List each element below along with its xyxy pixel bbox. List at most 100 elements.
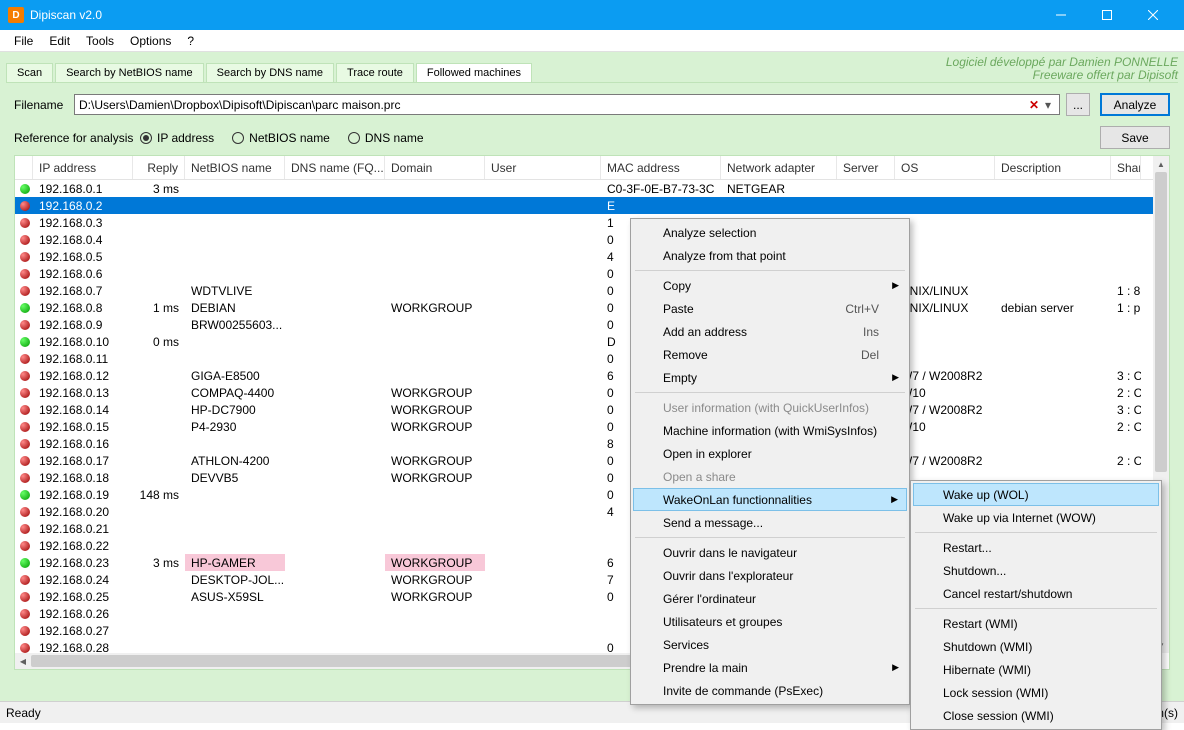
table-row[interactable]: 192.168.0.9BRW00255603...0 (15, 316, 1153, 333)
cell-share (1111, 214, 1141, 231)
menu-item[interactable]: Invite de commande (PsExec) (633, 679, 907, 702)
col-led[interactable] (15, 156, 33, 179)
menu-item[interactable]: Gérer l'ordinateur (633, 587, 907, 610)
menu-options[interactable]: Options (122, 31, 179, 51)
table-row[interactable]: 192.168.0.60 (15, 265, 1153, 282)
menu-item[interactable]: WakeOnLan functionnalities▶ (633, 488, 907, 511)
browse-button[interactable]: ... (1066, 93, 1090, 116)
col-os[interactable]: OS (895, 156, 995, 179)
status-led (15, 384, 33, 401)
menu-item[interactable]: Send a message... (633, 511, 907, 534)
filename-input[interactable]: D:\Users\Damien\Dropbox\Dipisoft\Dipisca… (74, 94, 1060, 115)
scroll-up-icon[interactable]: ▲ (1153, 156, 1169, 172)
menu-item[interactable]: Add an addressIns (633, 320, 907, 343)
menu-item[interactable]: Services (633, 633, 907, 656)
hscroll-thumb[interactable] (31, 655, 671, 667)
table-row[interactable]: 192.168.0.31 (15, 214, 1153, 231)
tab-scan[interactable]: Scan (6, 63, 53, 82)
col-user[interactable]: User (485, 156, 601, 179)
menu-item[interactable]: Hibernate (WMI) (913, 658, 1159, 681)
menu-item[interactable]: Shutdown (WMI) (913, 635, 1159, 658)
table-row[interactable]: 192.168.0.40 (15, 231, 1153, 248)
menu-item[interactable]: Utilisateurs et groupes (633, 610, 907, 633)
menu-item[interactable]: RemoveDel (633, 343, 907, 366)
menu-edit[interactable]: Edit (41, 31, 78, 51)
col-share[interactable]: Shar (1111, 156, 1141, 179)
table-row[interactable]: 192.168.0.13COMPAQ-4400WORKGROUP0W102 : … (15, 384, 1153, 401)
cell-ip: 192.168.0.18 (33, 469, 133, 486)
table-row[interactable]: 192.168.0.100 msD (15, 333, 1153, 350)
table-row[interactable]: 192.168.0.81 msDEBIANWORKGROUP0UNIX/LINU… (15, 299, 1153, 316)
minimize-button[interactable] (1038, 0, 1084, 30)
table-row[interactable]: 192.168.0.12GIGA-E85006W7 / W2008R23 : C (15, 367, 1153, 384)
scroll-left-icon[interactable]: ◀ (15, 653, 31, 669)
menu-item[interactable]: Analyze selection (633, 221, 907, 244)
context-menu[interactable]: Analyze selectionAnalyze from that point… (630, 218, 910, 705)
cell-os (895, 180, 995, 197)
clear-icon[interactable]: ✕ (1027, 98, 1041, 112)
cell-os: UNIX/LINUX (895, 282, 995, 299)
dropdown-icon[interactable]: ▾ (1041, 98, 1055, 112)
table-row[interactable]: 192.168.0.2E (15, 197, 1153, 214)
menu-item[interactable]: Empty▶ (633, 366, 907, 389)
col-netbios[interactable]: NetBIOS name (185, 156, 285, 179)
cell-reply (133, 571, 185, 588)
menu-item[interactable]: Wake up (WOL) (913, 483, 1159, 506)
maximize-button[interactable] (1084, 0, 1130, 30)
cell-desc (995, 384, 1111, 401)
radio-dns[interactable]: DNS name (348, 131, 424, 145)
cell-reply (133, 622, 185, 639)
cell-dns (285, 384, 385, 401)
cell-os (895, 248, 995, 265)
tab-dns[interactable]: Search by DNS name (206, 63, 334, 82)
col-mac[interactable]: MAC address (601, 156, 721, 179)
menu-item[interactable]: PasteCtrl+V (633, 297, 907, 320)
radio-netbios[interactable]: NetBIOS name (232, 131, 330, 145)
menu-item[interactable]: Analyze from that point (633, 244, 907, 267)
menu-item[interactable]: Open in explorer (633, 442, 907, 465)
menu-item[interactable]: Close session (WMI) (913, 704, 1159, 727)
table-row[interactable]: 192.168.0.168 (15, 435, 1153, 452)
cell-user (485, 214, 601, 231)
tab-followed[interactable]: Followed machines (416, 63, 532, 82)
col-desc[interactable]: Description (995, 156, 1111, 179)
menu-item[interactable]: Shutdown... (913, 559, 1159, 582)
menu-item[interactable]: Restart (WMI) (913, 612, 1159, 635)
table-row[interactable]: 192.168.0.17ATHLON-4200WORKGROUP0W7 / W2… (15, 452, 1153, 469)
menu-item[interactable]: Lock session (WMI) (913, 681, 1159, 704)
menu-item[interactable]: Ouvrir dans le navigateur (633, 541, 907, 564)
close-button[interactable] (1130, 0, 1176, 30)
table-row[interactable]: 192.168.0.15P4-2930WORKGROUP0W102 : C (15, 418, 1153, 435)
status-led (15, 367, 33, 384)
scroll-thumb[interactable] (1155, 172, 1167, 472)
menu-item[interactable]: Wake up via Internet (WOW) (913, 506, 1159, 529)
col-server[interactable]: Server (837, 156, 895, 179)
menu-item[interactable]: Ouvrir dans l'explorateur (633, 564, 907, 587)
col-domain[interactable]: Domain (385, 156, 485, 179)
col-ip[interactable]: IP address (33, 156, 133, 179)
menu-item[interactable]: Copy▶ (633, 274, 907, 297)
table-row[interactable]: 192.168.0.110 (15, 350, 1153, 367)
cell-ip: 192.168.0.10 (33, 333, 133, 350)
col-reply[interactable]: Reply (133, 156, 185, 179)
menu-item[interactable]: Machine information (with WmiSysInfos) (633, 419, 907, 442)
table-row[interactable]: 192.168.0.13 msC0-3F-0E-B7-73-3CNETGEAR (15, 180, 1153, 197)
menu-item[interactable]: Prendre la main▶ (633, 656, 907, 679)
menu-help[interactable]: ? (179, 31, 202, 51)
table-row[interactable]: 192.168.0.14HP-DC7900WORKGROUP0W7 / W200… (15, 401, 1153, 418)
analyze-button[interactable]: Analyze (1100, 93, 1170, 116)
menu-file[interactable]: File (6, 31, 41, 51)
menu-item[interactable]: Restart... (913, 536, 1159, 559)
radio-ip[interactable]: IP address (140, 131, 214, 145)
tab-netbios[interactable]: Search by NetBIOS name (55, 63, 204, 82)
tab-traceroute[interactable]: Trace route (336, 63, 414, 82)
menu-item[interactable]: Cancel restart/shutdown (913, 582, 1159, 605)
col-netadapter[interactable]: Network adapter (721, 156, 837, 179)
context-submenu-wol[interactable]: Wake up (WOL)Wake up via Internet (WOW) R… (910, 480, 1162, 730)
cell-dns (285, 622, 385, 639)
save-button[interactable]: Save (1100, 126, 1170, 149)
menu-tools[interactable]: Tools (78, 31, 122, 51)
table-row[interactable]: 192.168.0.7WDTVLIVE0UNIX/LINUX1 : 8 (15, 282, 1153, 299)
col-dns[interactable]: DNS name (FQ... (285, 156, 385, 179)
table-row[interactable]: 192.168.0.54 (15, 248, 1153, 265)
